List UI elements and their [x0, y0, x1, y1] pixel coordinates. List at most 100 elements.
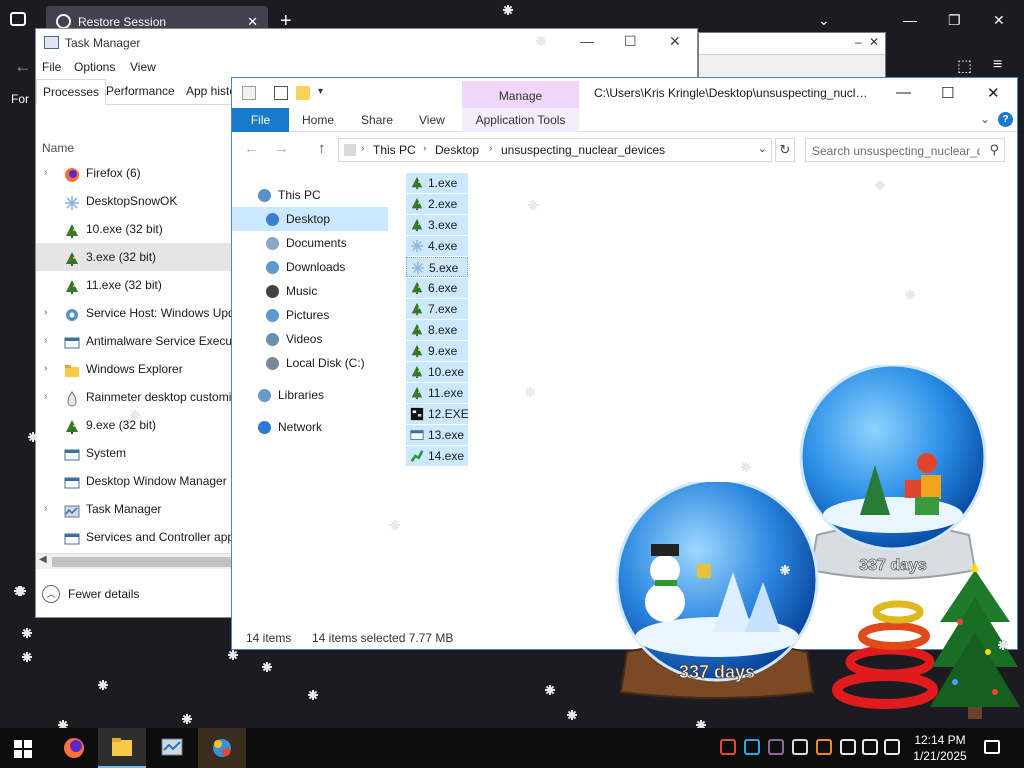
process-row[interactable]: 3.exe (32 bit): [36, 243, 236, 271]
taskbar-task-manager[interactable]: [148, 728, 196, 768]
process-row[interactable]: Desktop Window Manager: [36, 467, 236, 495]
extensions-icon[interactable]: ⬚: [957, 56, 972, 76]
expand-chevron-icon[interactable]: ›: [44, 299, 47, 327]
crumb-desktop[interactable]: Desktop: [435, 143, 479, 157]
up-arrow-icon[interactable]: ↑: [318, 140, 326, 157]
new-folder-icon[interactable]: [296, 86, 310, 100]
file-item[interactable]: 7.exe: [406, 299, 468, 319]
process-row[interactable]: DesktopSnowOK: [36, 187, 236, 215]
horizontal-scrollbar[interactable]: ◀: [36, 553, 236, 569]
search-box[interactable]: Search unsuspecting_nuclear_devices ⚲: [805, 138, 1005, 162]
process-row[interactable]: 11.exe (32 bit): [36, 271, 236, 299]
tab-list-icon[interactable]: [10, 12, 26, 26]
tab-processes[interactable]: Processes: [36, 79, 107, 105]
tm-minimize-icon[interactable]: —: [580, 33, 594, 49]
explorer-close-icon[interactable]: ✕: [987, 84, 1000, 102]
file-item[interactable]: 6.exe: [406, 278, 468, 298]
scrollbar-thumb[interactable]: [52, 557, 232, 567]
taskbar-firefox[interactable]: [50, 728, 98, 768]
expand-chevron-icon[interactable]: ›: [44, 327, 47, 355]
dialog-close-icon[interactable]: ✕: [869, 35, 879, 49]
file-item[interactable]: 9.exe: [406, 341, 468, 361]
process-row[interactable]: System: [36, 439, 236, 467]
file-item[interactable]: 12.EXE: [406, 404, 469, 424]
browser-restore-icon[interactable]: ❐: [948, 12, 961, 29]
file-item[interactable]: 13.exe: [406, 425, 468, 445]
file-item[interactable]: 4.exe: [406, 236, 468, 256]
crumb-separator-icon[interactable]: ›: [423, 143, 426, 154]
file-item[interactable]: 10.exe: [406, 362, 468, 382]
start-button[interactable]: [14, 740, 32, 758]
process-row[interactable]: › Task Manager: [36, 495, 236, 523]
nav-item-desktop[interactable]: Desktop: [232, 207, 388, 231]
crumb-folder[interactable]: unsuspecting_nuclear_devices: [501, 143, 665, 157]
scroll-left-icon[interactable]: ◀: [39, 554, 47, 565]
file-item[interactable]: 3.exe: [406, 215, 468, 235]
browser-back-icon[interactable]: ←: [14, 56, 32, 77]
ribbon-share-tab[interactable]: Share: [361, 113, 393, 127]
browser-close-icon[interactable]: ✕: [993, 12, 1005, 29]
blue-square-icon[interactable]: [744, 739, 760, 755]
network-icon[interactable]: [862, 739, 878, 755]
snowflake-icon[interactable]: [840, 739, 856, 755]
dialog-minimize-icon[interactable]: –: [855, 35, 862, 49]
task-manager-titlebar[interactable]: Task Manager — ☐ ✕: [36, 29, 697, 57]
notification-icon[interactable]: [984, 740, 1000, 754]
ribbon-file-tab[interactable]: File: [232, 108, 289, 132]
menu-options[interactable]: Options: [74, 60, 115, 74]
taskbar-file-explorer[interactable]: [98, 728, 146, 768]
expand-chevron-icon[interactable]: ›: [44, 383, 47, 411]
process-row[interactable]: › Rainmeter desktop customi: [36, 383, 236, 411]
browser-minimize-icon[interactable]: —: [903, 12, 917, 28]
menu-icon[interactable]: ≡: [993, 56, 1002, 74]
ribbon-expand-icon[interactable]: ⌄: [980, 112, 990, 126]
expand-chevron-icon[interactable]: ›: [44, 355, 47, 383]
file-item[interactable]: 5.exe: [406, 257, 468, 277]
droplet-icon[interactable]: [792, 739, 808, 755]
crumb-this-pc[interactable]: This PC: [373, 143, 416, 157]
address-dropdown-icon[interactable]: ⌄: [758, 142, 767, 155]
taskbar-clock[interactable]: 12:14 PM 1/21/2025: [906, 732, 974, 764]
ribbon-view-tab[interactable]: View: [419, 113, 445, 127]
search-tray-icon[interactable]: [816, 739, 832, 755]
expand-chevron-icon[interactable]: ›: [44, 495, 47, 523]
refresh-icon[interactable]: ↻: [775, 138, 795, 162]
explorer-minimize-icon[interactable]: —: [896, 84, 911, 101]
volume-icon[interactable]: [884, 739, 900, 755]
process-row[interactable]: › Antimalware Service Executa: [36, 327, 236, 355]
file-item[interactable]: 11.exe: [406, 383, 468, 403]
fewer-details-button[interactable]: ︿ Fewer details: [36, 577, 236, 611]
tm-close-icon[interactable]: ✕: [669, 33, 681, 50]
explorer-titlebar[interactable]: ▾ Manage C:\Users\Kris Kringle\Desktop\u…: [232, 78, 1017, 108]
crumb-separator-icon[interactable]: ›: [361, 143, 364, 154]
process-row[interactable]: Services and Controller app: [36, 523, 236, 551]
menu-file[interactable]: File: [42, 60, 61, 74]
address-bar[interactable]: › This PC › Desktop › unsuspecting_nucle…: [338, 138, 772, 162]
column-header-name[interactable]: Name: [36, 137, 236, 161]
tab-performance[interactable]: Performance: [100, 79, 181, 105]
quick-access-app-icon[interactable]: [242, 86, 256, 100]
ribbon-home-tab[interactable]: Home: [302, 113, 334, 127]
taskbar-snow-app[interactable]: [198, 728, 246, 768]
app-tray-icon[interactable]: [768, 739, 784, 755]
properties-icon[interactable]: [274, 86, 288, 100]
crumb-separator-icon[interactable]: ›: [489, 143, 492, 154]
help-icon[interactable]: ?: [998, 112, 1013, 127]
expand-chevron-icon[interactable]: ›: [44, 159, 47, 187]
file-item[interactable]: 2.exe: [406, 194, 468, 214]
file-item[interactable]: 8.exe: [406, 320, 468, 340]
tab-manage[interactable]: Manage: [462, 81, 579, 108]
forward-arrow-icon[interactable]: →: [274, 140, 289, 157]
process-row[interactable]: 10.exe (32 bit): [36, 215, 236, 243]
file-item[interactable]: 14.exe: [406, 446, 468, 466]
back-arrow-icon[interactable]: ←: [244, 140, 259, 157]
process-row[interactable]: › Firefox (6): [36, 159, 236, 187]
menu-view[interactable]: View: [130, 60, 156, 74]
list-all-tabs-icon[interactable]: ⌄: [818, 12, 830, 29]
explorer-maximize-icon[interactable]: ☐: [941, 84, 954, 102]
file-item[interactable]: 1.exe: [406, 173, 468, 193]
tm-maximize-icon[interactable]: ☐: [624, 33, 637, 50]
ribbon-application-tools-tab[interactable]: Application Tools: [462, 108, 579, 132]
process-row[interactable]: › Service Host: Windows Upd: [36, 299, 236, 327]
qat-dropdown-icon[interactable]: ▾: [318, 86, 332, 100]
